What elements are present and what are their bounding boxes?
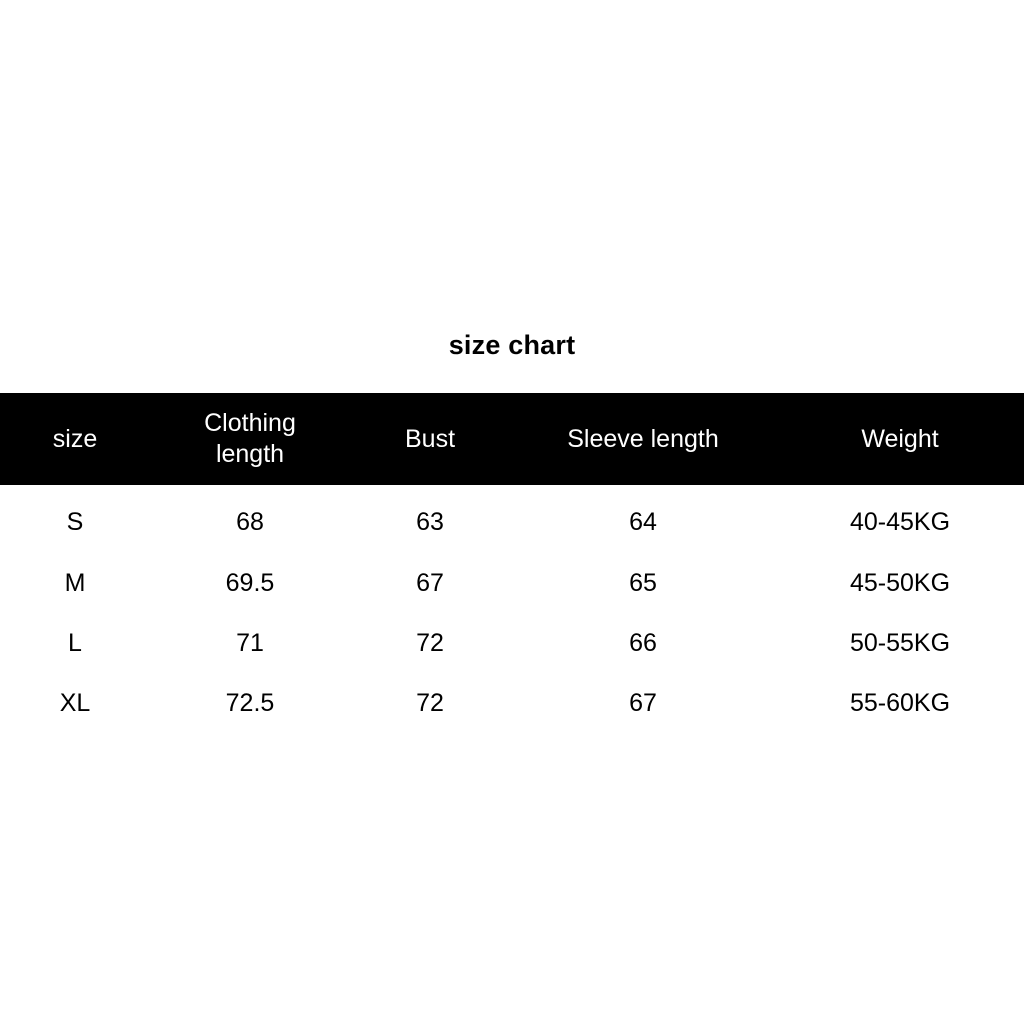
column-header-bust-label: Bust: [405, 425, 455, 453]
cell-length: 69.5: [150, 553, 350, 613]
table-header-row: size Clothing length Bust Sleeve length …: [0, 393, 1024, 485]
column-header-bust: Bust: [350, 393, 510, 485]
cell-bust: 67: [350, 553, 510, 613]
cell-weight: 45-50KG: [776, 553, 1024, 613]
table-row: L 71 72 66 50-55KG: [0, 613, 1024, 673]
cell-bust: 72: [350, 613, 510, 673]
cell-size: M: [0, 553, 150, 613]
cell-weight: 50-55KG: [776, 613, 1024, 673]
cell-sleeve: 66: [510, 613, 776, 673]
cell-size: XL: [0, 673, 150, 733]
column-header-size: size: [0, 393, 150, 485]
cell-sleeve: 67: [510, 673, 776, 733]
table-row: XL 72.5 72 67 55-60KG: [0, 673, 1024, 733]
table-row: M 69.5 67 65 45-50KG: [0, 553, 1024, 613]
cell-length: 71: [150, 613, 350, 673]
column-header-weight: Weight: [776, 393, 1024, 485]
cell-weight: 55-60KG: [776, 673, 1024, 733]
table-row: S 68 63 64 40-45KG: [0, 485, 1024, 553]
cell-sleeve: 65: [510, 553, 776, 613]
cell-weight: 40-45KG: [776, 485, 1024, 553]
column-header-clothing-length-label: Clothing length: [190, 408, 310, 470]
column-header-sleeve-length: Sleeve length: [510, 393, 776, 485]
column-header-size-label: size: [53, 425, 97, 453]
cell-size: L: [0, 613, 150, 673]
page-title: size chart: [0, 328, 1024, 362]
column-header-clothing-length: Clothing length: [150, 393, 350, 485]
column-header-sleeve-length-label: Sleeve length: [567, 425, 719, 453]
cell-length: 72.5: [150, 673, 350, 733]
cell-bust: 63: [350, 485, 510, 553]
cell-size: S: [0, 485, 150, 553]
table-body: S 68 63 64 40-45KG M 69.5 67 65 45-50KG …: [0, 485, 1024, 733]
cell-sleeve: 64: [510, 485, 776, 553]
table-header: size Clothing length Bust Sleeve length …: [0, 393, 1024, 485]
size-chart-table: size Clothing length Bust Sleeve length …: [0, 393, 1024, 733]
size-chart-page: size chart size Clothing length Bust: [0, 0, 1024, 1024]
cell-bust: 72: [350, 673, 510, 733]
column-header-weight-label: Weight: [861, 425, 938, 453]
cell-length: 68: [150, 485, 350, 553]
